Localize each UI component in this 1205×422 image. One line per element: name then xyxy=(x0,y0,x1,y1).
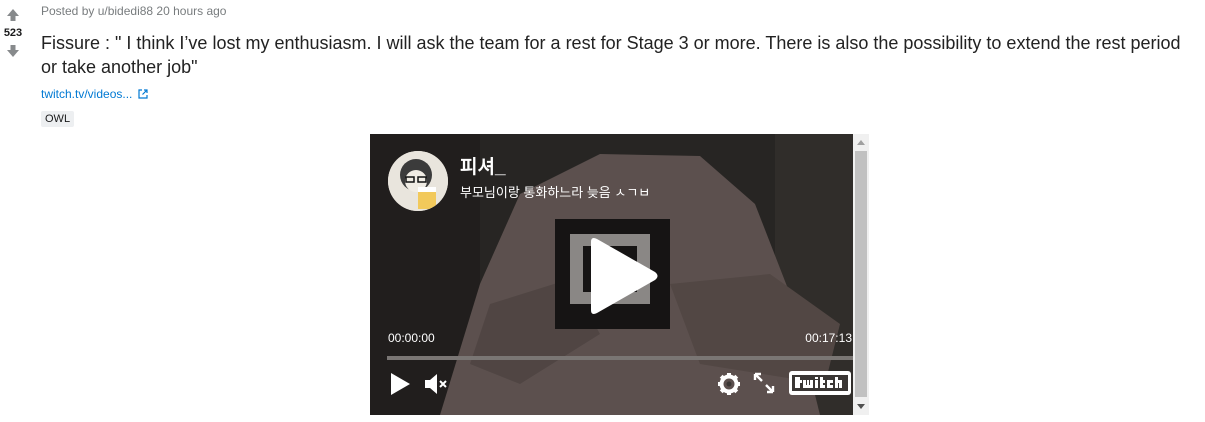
chevron-down-icon xyxy=(857,404,865,409)
avatar-image xyxy=(388,151,448,211)
fullscreen-icon xyxy=(753,372,775,394)
play-icon xyxy=(391,373,410,395)
vote-column: 523 xyxy=(0,6,26,60)
channel-name[interactable]: 피셔_ xyxy=(460,157,650,179)
settings-button[interactable] xyxy=(717,372,741,401)
settings-icon xyxy=(718,373,740,395)
arrow-up-icon xyxy=(7,9,19,21)
post-meta[interactable]: Posted by u/bidedi88 20 hours ago xyxy=(41,4,1191,18)
big-play-button[interactable] xyxy=(579,234,663,318)
control-bar xyxy=(370,370,853,400)
arrow-down-icon xyxy=(7,45,19,57)
mute-icon xyxy=(425,374,447,394)
embed-scrollbar[interactable] xyxy=(853,134,869,415)
play-icon xyxy=(591,238,658,314)
channel-info: 피셔_ 부모님이랑 통화하느라 늦음 ㅅㄱㅂ xyxy=(388,151,650,211)
post-link-text[interactable]: twitch.tv/videos... xyxy=(41,87,132,101)
play-button[interactable] xyxy=(389,372,411,401)
stream-title: 부모님이랑 통화하느라 늦음 ㅅㄱㅂ xyxy=(460,185,651,200)
fullscreen-button[interactable] xyxy=(753,372,775,399)
twitch-logo-button[interactable] xyxy=(789,371,851,400)
chevron-up-icon xyxy=(857,140,865,145)
downvote-button[interactable] xyxy=(0,42,26,60)
upvote-button[interactable] xyxy=(0,6,26,24)
channel-avatar[interactable] xyxy=(388,151,448,211)
post: Posted by u/bidedi88 20 hours ago Fissur… xyxy=(41,0,1191,127)
scroll-thumb[interactable] xyxy=(855,151,867,397)
progress-bar[interactable] xyxy=(387,356,853,360)
vote-score: 523 xyxy=(3,27,23,39)
mute-button[interactable] xyxy=(424,372,450,401)
scroll-up-button[interactable] xyxy=(853,134,869,150)
post-flair[interactable]: OWL xyxy=(41,111,75,127)
current-time: 00:00:00 xyxy=(388,331,435,345)
total-time: 00:17:13 xyxy=(805,331,852,345)
video-player[interactable]: 피셔_ 부모님이랑 통화하느라 늦음 ㅅㄱㅂ 00:00:00 00:17:13 xyxy=(370,134,853,415)
scroll-down-button[interactable] xyxy=(853,399,869,415)
twitch-logo xyxy=(789,371,851,395)
external-link-icon[interactable] xyxy=(138,89,148,99)
post-link[interactable]: twitch.tv/videos... xyxy=(41,87,1191,101)
post-title[interactable]: Fissure : " I think I’ve lost my enthusi… xyxy=(41,31,1191,79)
